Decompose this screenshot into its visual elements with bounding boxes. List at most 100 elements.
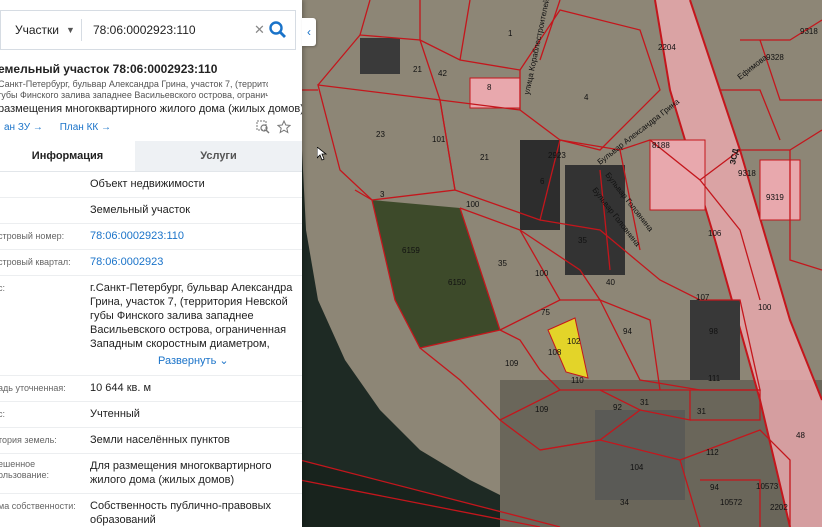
attribute-row: ешенное ользование: Для размещения много… bbox=[0, 453, 302, 494]
parcel-label: 110 bbox=[571, 376, 584, 385]
cadastral-number-link[interactable]: 78:06:0002923:110 bbox=[90, 229, 295, 243]
parcel-label: 3 bbox=[380, 190, 385, 199]
parcel-label: 92 bbox=[613, 403, 622, 412]
attribute-label: ешенное ользование: bbox=[0, 459, 49, 480]
building bbox=[759, 159, 801, 221]
attribute-label: тория земель: bbox=[0, 435, 57, 445]
attribute-value: Объект недвижимости bbox=[90, 178, 205, 190]
address-line: губы Финского залива западнее Васильевск… bbox=[0, 90, 268, 100]
parcel-label: 108 bbox=[548, 348, 562, 357]
parcel-label: 8188 bbox=[652, 141, 670, 150]
parcel-label: 94 bbox=[710, 483, 719, 492]
attribute-row: с: Учтенный bbox=[0, 401, 302, 428]
card-actions bbox=[256, 119, 292, 137]
attribute-value: Земельный участок bbox=[90, 204, 191, 216]
parcel-label: 40 bbox=[606, 278, 615, 287]
chevron-down-icon: ⌄ bbox=[219, 355, 229, 367]
attribute-value: г.Санкт-Петербург, бульвар Александра Гр… bbox=[90, 282, 293, 350]
parcel-label: 8 bbox=[487, 83, 492, 92]
parcel-label: 42 bbox=[438, 69, 447, 78]
info-panel: Участки ▼ ✕ емельный участок 78:06:00029… bbox=[0, 0, 302, 527]
parcel-label: 34 bbox=[620, 498, 629, 507]
parcel-label: 6150 bbox=[448, 278, 466, 287]
attribute-row: тория земель: Земли населённых пунктов bbox=[0, 427, 302, 454]
attribute-row: стровый квартал: 78:06:0002923 bbox=[0, 249, 302, 276]
tab-services[interactable]: Услуги bbox=[135, 141, 302, 171]
mouse-cursor bbox=[317, 147, 327, 161]
parcel-label: 21 bbox=[413, 65, 422, 74]
parcel-label: 6159 bbox=[402, 246, 420, 255]
parcel-label: 2923 bbox=[548, 151, 566, 160]
attribute-row: Земельный участок bbox=[0, 197, 302, 224]
tab-information[interactable]: Информация bbox=[0, 141, 135, 171]
building bbox=[469, 77, 521, 109]
building bbox=[360, 38, 400, 74]
expand-label: Развернуть bbox=[158, 355, 217, 367]
parcel-label: 100 bbox=[535, 269, 549, 278]
parcel-label: 104 bbox=[630, 463, 644, 472]
expand-button[interactable]: Развернуть ⌄ bbox=[158, 354, 229, 367]
collapse-panel-button[interactable]: ‹ bbox=[302, 18, 316, 46]
parcel-label: 2204 bbox=[658, 43, 676, 52]
plan-links: ан ЗУ → План КК → bbox=[4, 122, 125, 133]
parcel-label: 102 bbox=[567, 337, 581, 346]
parcel-title: емельный участок 78:06:0002923:110 bbox=[0, 62, 218, 76]
cadastral-quarter-link[interactable]: 78:06:0002923 bbox=[90, 255, 295, 269]
parcel-label: 109 bbox=[535, 405, 549, 414]
attribute-value: Собственность публично-правовых образова… bbox=[90, 500, 272, 526]
parcel-label: 109 bbox=[505, 359, 519, 368]
attribute-label: стровый квартал: bbox=[0, 257, 71, 267]
attribute-value: Земли населённых пунктов bbox=[90, 434, 230, 446]
plan-zu-link[interactable]: ан ЗУ → bbox=[4, 122, 43, 133]
parcel-label: 48 bbox=[796, 431, 805, 440]
parcel-label: 9328 bbox=[766, 53, 784, 62]
parcel-label: 111 bbox=[708, 374, 721, 383]
parcel-label: 112 bbox=[706, 448, 719, 457]
parcel-label: 35 bbox=[498, 259, 507, 268]
parcel-label: 10572 bbox=[720, 498, 743, 507]
parcel-label: 6 bbox=[540, 177, 545, 186]
parcel-label: 107 bbox=[696, 293, 710, 302]
parcel-label: 101 bbox=[432, 135, 446, 144]
parcel-label: 106 bbox=[708, 229, 722, 238]
search-category-select[interactable]: Участки bbox=[15, 11, 59, 49]
parcel-label: 35 bbox=[578, 236, 587, 245]
attribute-label: с: bbox=[0, 409, 6, 419]
star-icon[interactable] bbox=[276, 119, 292, 134]
parcel-label: 9319 bbox=[766, 193, 784, 202]
attribute-label: ма собственности: bbox=[0, 501, 76, 511]
tabs: Информация Услуги bbox=[0, 141, 302, 172]
chevron-down-icon[interactable]: ▼ bbox=[66, 11, 75, 49]
attribute-row: с: г.Санкт-Петербург, бульвар Александра… bbox=[0, 275, 302, 376]
parcel-label: 9318 bbox=[800, 27, 818, 36]
search-icon[interactable] bbox=[268, 19, 288, 41]
attribute-value: Учтенный bbox=[90, 408, 140, 420]
parcel-label: 23 bbox=[376, 130, 385, 139]
parcel-label: 98 bbox=[709, 327, 718, 336]
attribute-value: 10 644 кв. м bbox=[90, 382, 152, 394]
zoom-to-object-icon[interactable] bbox=[256, 120, 270, 134]
parcel-label: 1 bbox=[508, 29, 513, 38]
building bbox=[649, 139, 706, 211]
divider bbox=[81, 19, 82, 41]
clear-icon[interactable]: ✕ bbox=[254, 11, 265, 49]
parcel-label: 9318 bbox=[738, 169, 756, 178]
plan-kk-link[interactable]: План КК → bbox=[60, 122, 111, 133]
search-input[interactable] bbox=[93, 19, 243, 41]
attribute-value: Для размещения многоквартирного жилого д… bbox=[90, 460, 272, 486]
attribute-row: стровый номер: 78:06:0002923:110 bbox=[0, 223, 302, 250]
parcel-label: 10573 bbox=[756, 482, 779, 491]
address-line: Санкт-Петербург, бульвар Александра Грин… bbox=[0, 79, 268, 89]
attribute-label: адь уточненная: bbox=[0, 383, 66, 393]
parcel-label: 4 bbox=[584, 93, 589, 102]
parcel-label: 100 bbox=[466, 200, 480, 209]
parcel-label: 2202 bbox=[770, 503, 788, 512]
parcel-label: 100 bbox=[758, 303, 772, 312]
parcel-purpose: размещения многоквартирного жилого дома … bbox=[0, 103, 302, 115]
attribute-label: стровый номер: bbox=[0, 231, 65, 241]
attribute-row: ма собственности: Собственность публично… bbox=[0, 493, 302, 527]
parcel-label: 21 bbox=[480, 153, 489, 162]
building bbox=[690, 300, 740, 380]
attribute-row: адь уточненная: 10 644 кв. м bbox=[0, 375, 302, 402]
attribute-row: Объект недвижимости bbox=[0, 171, 302, 198]
